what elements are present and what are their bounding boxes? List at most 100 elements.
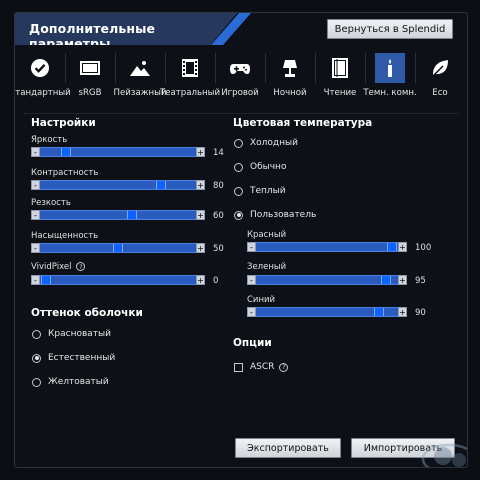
vividpixel-value: 0	[213, 276, 219, 286]
decrease-button[interactable]: -	[31, 180, 40, 190]
green-value: 95	[415, 276, 426, 286]
decrease-button[interactable]: -	[247, 242, 256, 252]
mode-standard[interactable]: Стандартный	[15, 53, 71, 111]
mode-label: Eco	[432, 88, 448, 98]
contrast-slider[interactable]: - +	[31, 180, 205, 190]
brightness-value: 14	[213, 148, 224, 158]
blue-label: Синий	[247, 295, 276, 305]
increase-button[interactable]: +	[196, 180, 205, 190]
mode-label: Ночной	[273, 88, 307, 98]
vividpixel-label: VividPixel?	[31, 262, 86, 272]
back-to-splendid-button[interactable]: Вернуться в Splendid	[327, 19, 453, 39]
radio-button[interactable]	[234, 162, 243, 172]
mode-label: Стандартный	[14, 88, 71, 98]
slider-thumb[interactable]	[380, 276, 391, 284]
red-slider[interactable]: - +	[247, 242, 407, 252]
color-temp-heading: Цветовая температура	[233, 117, 373, 129]
blue-value: 90	[415, 308, 426, 318]
mode-dark-room[interactable]: Темн. комн.	[363, 53, 417, 111]
decrease-button[interactable]: -	[247, 275, 256, 285]
radio-natural[interactable]: Естественный	[32, 353, 115, 363]
radio-cool[interactable]: Холодный	[234, 138, 298, 148]
mode-game[interactable]: Игровой	[215, 53, 265, 111]
sharpness-value: 60	[213, 211, 224, 221]
help-icon[interactable]: ?	[279, 362, 289, 372]
radio-user[interactable]: Пользователь	[234, 210, 316, 220]
contrast-label: Контрастность	[31, 168, 99, 178]
contrast-value: 80	[213, 181, 224, 191]
brightness-label: Яркость	[31, 135, 68, 145]
slider-thumb[interactable]	[127, 211, 138, 219]
increase-button[interactable]: +	[196, 243, 205, 253]
help-icon[interactable]: ?	[76, 262, 86, 271]
increase-button[interactable]: +	[196, 275, 205, 285]
vividpixel-label-text: VividPixel	[31, 262, 72, 272]
mode-night[interactable]: Ночной	[265, 53, 315, 111]
mode-label: sRGB	[78, 88, 102, 98]
check-circle-icon	[25, 53, 55, 83]
header: Дополнительные параметры Вернуться в Spl…	[15, 13, 467, 45]
radio-reddish[interactable]: Красноватый	[32, 329, 111, 339]
app-window: Дополнительные параметры Вернуться в Spl…	[0, 0, 480, 480]
mode-reading[interactable]: Чтение	[315, 53, 365, 111]
mode-theater[interactable]: Театральный	[160, 53, 220, 111]
options-heading: Опции	[233, 337, 272, 349]
radio-button[interactable]	[32, 377, 41, 387]
radio-button[interactable]	[32, 329, 41, 339]
decrease-button[interactable]: -	[31, 275, 40, 285]
film-icon	[175, 53, 205, 83]
radio-button[interactable]	[234, 138, 243, 148]
title-bar: Дополнительные параметры	[15, 13, 237, 45]
slider-thumb[interactable]	[387, 243, 397, 251]
radio-label: Обычно	[250, 162, 287, 172]
radio-button[interactable]	[234, 186, 243, 196]
green-label: Зеленый	[247, 262, 287, 272]
sharpness-slider[interactable]: - +	[31, 210, 205, 220]
increase-button[interactable]: +	[398, 307, 407, 317]
sharpness-label: Резкость	[31, 198, 71, 208]
decrease-button[interactable]: -	[31, 243, 40, 253]
mode-srgb[interactable]: sRGB	[65, 53, 115, 111]
radio-label: Пользователь	[250, 210, 317, 220]
slider-thumb[interactable]	[61, 148, 72, 156]
increase-button[interactable]: +	[196, 147, 205, 157]
ascr-label: ASCR	[250, 362, 275, 372]
decrease-button[interactable]: -	[31, 147, 40, 157]
candle-icon	[375, 53, 405, 83]
increase-button[interactable]: +	[398, 275, 407, 285]
radio-warm[interactable]: Теплый	[234, 186, 286, 196]
radio-normal[interactable]: Обычно	[234, 162, 286, 172]
brightness-slider[interactable]: - +	[31, 147, 205, 157]
blue-slider[interactable]: - +	[247, 307, 407, 317]
green-slider[interactable]: - +	[247, 275, 407, 285]
radio-label: Желтоватый	[48, 377, 109, 387]
export-button[interactable]: Экспортировать	[235, 438, 341, 458]
decrease-button[interactable]: -	[31, 210, 40, 220]
mode-eco[interactable]: Eco	[415, 53, 465, 111]
radio-button[interactable]	[32, 353, 41, 363]
slider-thumb[interactable]	[374, 308, 384, 316]
radio-button[interactable]	[234, 210, 243, 220]
mode-label: Игровой	[221, 88, 259, 98]
radio-label: Красноватый	[48, 329, 111, 339]
slider-thumb[interactable]	[156, 181, 167, 189]
mode-label: Темн. комн.	[363, 88, 417, 98]
slider-thumb[interactable]	[41, 276, 51, 284]
watermark-logo-icon	[421, 443, 467, 467]
checkbox-box[interactable]	[234, 362, 243, 372]
increase-button[interactable]: +	[196, 210, 205, 220]
slider-thumb[interactable]	[113, 244, 123, 252]
saturation-slider[interactable]: - +	[31, 243, 205, 253]
mode-label: Чтение	[323, 88, 357, 98]
ascr-checkbox[interactable]: ASCR?	[234, 362, 289, 372]
mode-landscape[interactable]: Пейзажный	[114, 53, 166, 111]
vividpixel-slider[interactable]: - +	[31, 275, 205, 285]
mode-label: Театральный	[159, 88, 221, 98]
decrease-button[interactable]: -	[247, 307, 256, 317]
settings-panel: Дополнительные параметры Вернуться в Spl…	[14, 12, 468, 468]
increase-button[interactable]: +	[398, 242, 407, 252]
book-icon	[325, 53, 355, 83]
lamp-icon	[275, 53, 305, 83]
radio-yellowish[interactable]: Желтоватый	[32, 377, 109, 387]
shell-tone-heading: Оттенок оболочки	[31, 307, 143, 319]
